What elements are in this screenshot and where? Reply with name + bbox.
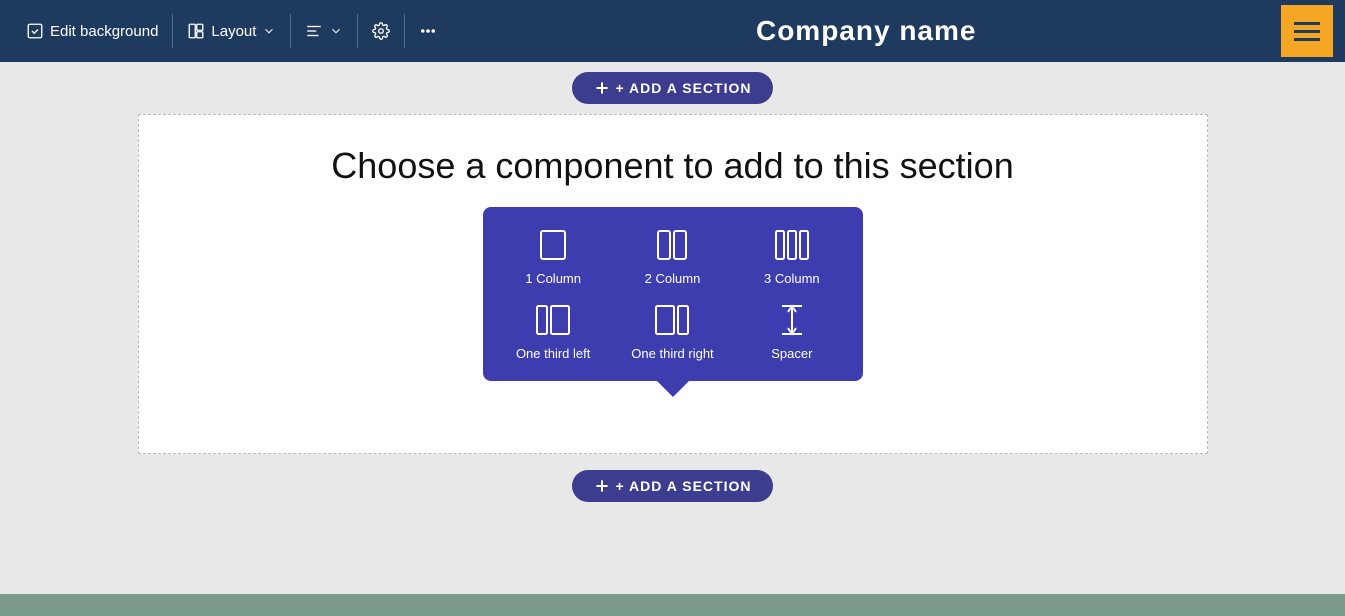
components-row: T Text Button [484,217,862,313]
plus-icon-top [594,80,610,96]
plus-icon-bottom [594,478,610,494]
edit-background-icon [26,22,44,40]
one-third-left-icon [535,302,571,338]
gear-icon [372,22,390,40]
spacer-label: Spacer [771,346,812,361]
align-button[interactable] [291,14,358,48]
two-column-icon [654,227,690,263]
layout-one-third-left[interactable]: One third left [499,302,608,361]
layout-3col[interactable]: 3 Column [737,227,846,286]
one-third-right-label: One third right [631,346,713,361]
layout-1col[interactable]: 1 Column [499,227,608,286]
toolbar-left: Edit background Layout [12,14,451,48]
edit-background-label: Edit background [50,23,158,40]
one-third-left-label: One third left [516,346,590,361]
layout-one-third-right[interactable]: One third right [618,302,727,361]
three-column-label: 3 Column [764,271,820,286]
more-options-button[interactable] [405,14,451,48]
add-section-bottom: + ADD A SECTION [572,470,774,502]
one-column-icon [535,227,571,263]
main-area: + ADD A SECTION Choose a component to ad… [0,62,1345,616]
ellipsis-icon [419,22,437,40]
bottom-bar [0,594,1345,616]
section-box: Choose a component to add to this sectio… [138,114,1208,454]
chevron-down-icon [262,24,276,38]
spacer-icon [774,302,810,338]
layout-icon [187,22,205,40]
hamburger-button[interactable] [1281,5,1333,57]
hamburger-line-2 [1294,30,1320,33]
three-column-icon [774,227,810,263]
one-third-right-icon [654,302,690,338]
edit-background-button[interactable]: Edit background [12,14,173,48]
hamburger-line-1 [1294,22,1320,25]
add-section-bottom-label: + ADD A SECTION [616,478,752,494]
settings-button[interactable] [358,14,405,48]
layout-button[interactable]: Layout [173,14,291,48]
add-section-top-label: + ADD A SECTION [616,80,752,96]
layout-2col[interactable]: 2 Column [618,227,727,286]
layout-spacer[interactable]: Spacer [737,302,846,361]
layout-popup: 1 Column 2 Column [483,207,863,381]
toolbar-center: Company name [451,15,1281,47]
add-section-top: + ADD A SECTION [572,72,774,104]
two-column-label: 2 Column [645,271,701,286]
layout-label: Layout [211,23,256,40]
section-title: Choose a component to add to this sectio… [331,145,1013,187]
add-section-bottom-button[interactable]: + ADD A SECTION [572,470,774,502]
toolbar: Edit background Layout [0,0,1345,62]
company-name: Company name [756,15,977,47]
align-icon [305,22,323,40]
add-section-top-button[interactable]: + ADD A SECTION [572,72,774,104]
one-column-label: 1 Column [525,271,581,286]
align-chevron-icon [329,24,343,38]
hamburger-line-3 [1294,38,1320,41]
